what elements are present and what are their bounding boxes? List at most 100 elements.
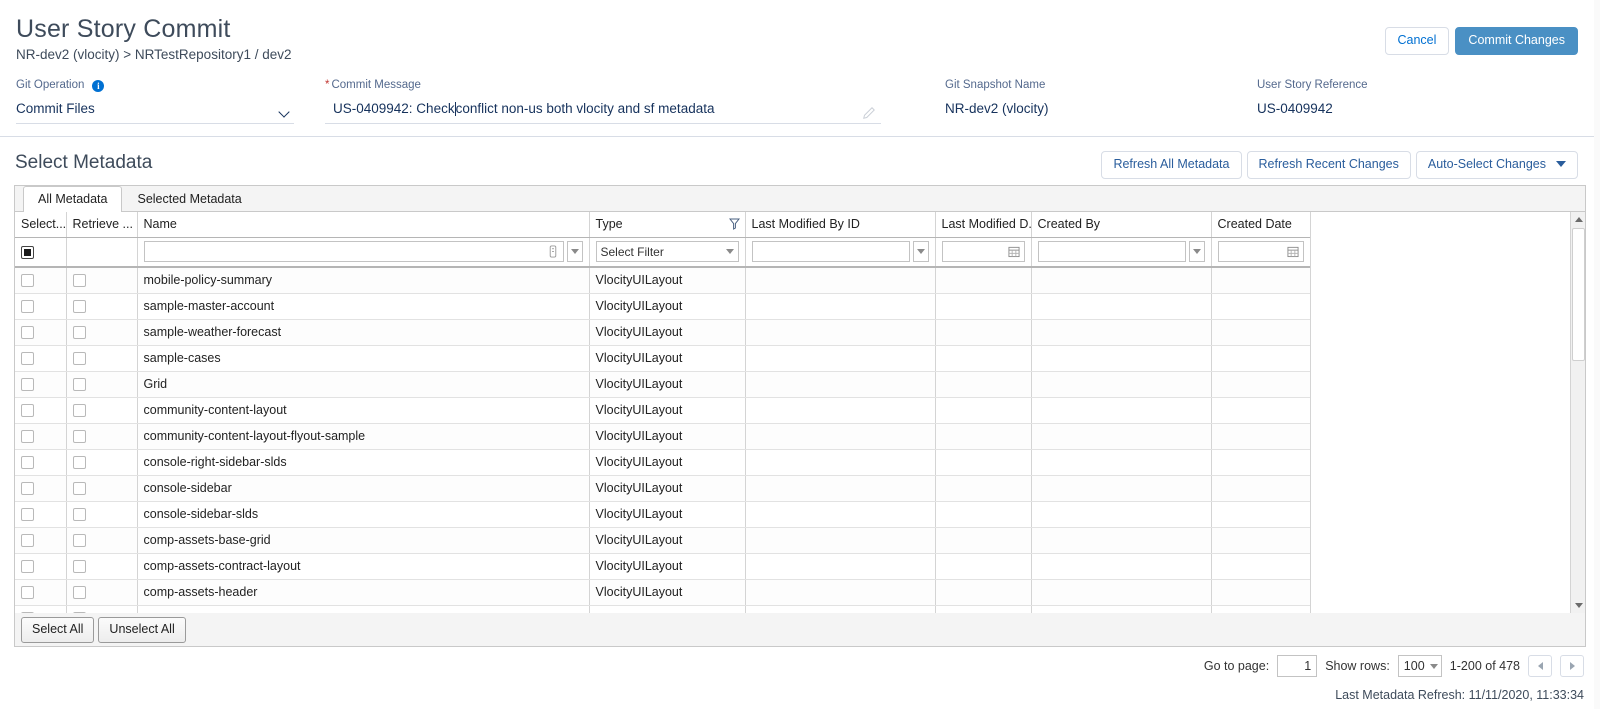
row-select-cell[interactable] [15,319,67,346]
row-retrieve-cell[interactable] [66,605,138,613]
row-retrieve-checkbox[interactable] [72,404,86,418]
row-select-cell[interactable] [15,397,67,424]
row-retrieve-cell[interactable] [66,449,138,476]
row-retrieve-checkbox[interactable] [72,508,86,522]
row-select-cell[interactable] [15,527,67,554]
filter-created-by-dropdown-button[interactable] [1188,241,1205,263]
row-retrieve-cell[interactable] [66,397,138,424]
row-select-checkbox[interactable] [21,534,34,548]
tab-selected-metadata[interactable]: Selected Metadata [122,186,256,212]
row-retrieve-checkbox[interactable] [72,326,86,340]
column-header-created-by[interactable]: Created By [1031,212,1212,238]
scroll-up-button[interactable] [1571,212,1585,227]
row-select-checkbox[interactable] [21,508,34,522]
table-row[interactable] [15,605,1311,613]
unselect-all-button[interactable]: Unselect All [98,616,186,643]
table-row[interactable]: sample-cases VlocityUILayout [15,345,1311,372]
pencil-icon[interactable] [863,107,875,119]
row-select-checkbox[interactable] [21,586,34,600]
column-header-retrieve[interactable]: Retrieve ... [66,212,138,238]
row-retrieve-checkbox[interactable] [72,586,86,600]
table-row[interactable]: Grid VlocityUILayout [15,371,1311,398]
calendar-icon[interactable] [1286,245,1299,258]
row-select-cell[interactable] [15,605,67,613]
column-header-last-modified-date[interactable]: Last Modified D... [935,212,1032,238]
table-row[interactable]: console-sidebar VlocityUILayout [15,475,1311,502]
auto-select-changes-button[interactable]: Auto-Select Changes [1415,151,1578,179]
row-select-checkbox[interactable] [21,404,34,418]
row-retrieve-checkbox[interactable] [72,456,86,470]
filter-last-modified-by-id-input[interactable] [751,241,910,263]
row-retrieve-cell[interactable] [66,319,138,346]
filter-created-date-cell[interactable] [1211,237,1311,268]
table-row[interactable]: mobile-policy-summary VlocityUILayout [15,267,1311,294]
row-retrieve-cell[interactable] [66,553,138,580]
filter-created-by-input[interactable] [1037,241,1186,263]
table-row[interactable]: community-content-layout VlocityUILayout [15,397,1311,424]
refresh-all-metadata-button[interactable]: Refresh All Metadata [1101,151,1242,179]
row-select-checkbox[interactable] [21,560,34,574]
goto-page-input[interactable]: 1 [1277,655,1318,677]
row-retrieve-checkbox[interactable] [72,378,86,392]
row-retrieve-cell[interactable] [66,501,138,528]
filter-name-input[interactable] [143,241,564,263]
select-all-checkbox[interactable] [21,245,34,259]
previous-page-button[interactable] [1528,655,1552,677]
row-select-checkbox[interactable] [21,326,34,340]
scrollbar-thumb[interactable] [1572,228,1585,361]
row-select-cell[interactable] [15,553,67,580]
row-retrieve-cell[interactable] [66,345,138,372]
column-header-name[interactable]: Name [137,212,590,238]
row-retrieve-cell[interactable] [66,267,138,294]
row-select-checkbox[interactable] [21,456,34,470]
table-row[interactable]: sample-master-account VlocityUILayout [15,293,1311,320]
row-select-cell[interactable] [15,267,67,294]
filter-created-by-cell[interactable] [1031,237,1212,268]
row-select-checkbox[interactable] [21,274,34,288]
calendar-icon[interactable] [1007,245,1020,258]
filter-name-dropdown-button[interactable] [566,241,583,263]
filter-type-select[interactable]: Select Filter [595,241,739,263]
row-select-cell[interactable] [15,371,67,398]
row-retrieve-cell[interactable] [66,293,138,320]
filter-last-modified-by-id-dropdown-button[interactable] [912,241,929,263]
show-rows-select[interactable]: 100 [1397,655,1442,677]
filter-funnel-icon[interactable] [728,218,740,230]
row-retrieve-checkbox[interactable] [72,534,86,548]
row-retrieve-cell[interactable] [66,579,138,606]
page-scrollbar[interactable] [1594,0,1600,709]
row-select-cell[interactable] [15,449,67,476]
filter-type-cell[interactable]: Select Filter [589,237,746,268]
info-icon[interactable]: i [92,80,105,92]
table-row[interactable]: comp-assets-header VlocityUILayout [15,579,1311,606]
select-all-button[interactable]: Select All [21,616,95,643]
row-select-cell[interactable] [15,293,67,320]
row-select-cell[interactable] [15,579,67,606]
table-row[interactable]: sample-weather-forecast VlocityUILayout [15,319,1311,346]
filter-name-cell[interactable] [137,237,590,268]
row-retrieve-checkbox[interactable] [72,430,86,444]
text-filter-icon[interactable] [547,245,559,258]
row-retrieve-cell[interactable] [66,423,138,450]
row-retrieve-checkbox[interactable] [72,482,86,496]
column-header-type[interactable]: Type [589,212,746,238]
table-row[interactable]: community-content-layout-flyout-sample V… [15,423,1311,450]
table-row[interactable]: comp-assets-base-grid VlocityUILayout [15,527,1311,554]
filter-created-date-input[interactable] [1217,241,1304,263]
filter-last-modified-by-id-cell[interactable] [745,237,936,268]
table-row[interactable]: console-sidebar-slds VlocityUILayout [15,501,1311,528]
table-row[interactable]: comp-assets-contract-layout VlocityUILay… [15,553,1311,580]
column-header-created-date[interactable]: Created Date [1211,212,1311,238]
row-retrieve-cell[interactable] [66,475,138,502]
git-operation-picklist[interactable]: Commit Files [16,92,294,124]
column-header-last-modified-by-id[interactable]: Last Modified By ID [745,212,936,238]
row-retrieve-checkbox[interactable] [72,274,86,288]
next-page-button[interactable] [1560,655,1584,677]
row-select-checkbox[interactable] [21,482,34,496]
row-select-cell[interactable] [15,345,67,372]
filter-last-modified-date-input[interactable] [941,241,1025,263]
commit-message-input[interactable]: US-0409942: Checkconflict non-us both vl… [325,92,881,124]
row-retrieve-checkbox[interactable] [72,300,86,314]
row-retrieve-cell[interactable] [66,527,138,554]
scroll-down-button[interactable] [1571,598,1585,613]
